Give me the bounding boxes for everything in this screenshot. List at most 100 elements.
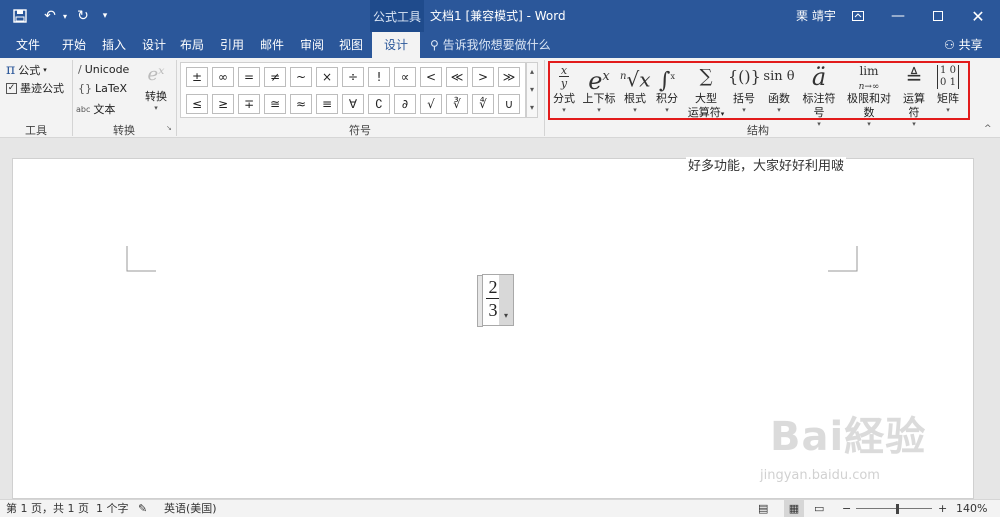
- title-bar: ↶ ▾ ↻ ▾ 公式工具 文档1 [兼容模式] - Word 栗 靖宇 — ✕: [0, 0, 1000, 32]
- redo-icon[interactable]: ↻: [72, 0, 94, 32]
- dialog-launcher-icon[interactable]: ↘: [166, 124, 172, 132]
- slash-icon: /: [78, 63, 82, 76]
- baidu-watermark: Bai経验: [770, 414, 927, 460]
- symbol-button[interactable]: ≅: [264, 94, 286, 114]
- symbol-button[interactable]: !: [368, 67, 390, 87]
- tab-review[interactable]: 审阅: [298, 32, 326, 58]
- symbol-button[interactable]: ∂: [394, 94, 416, 114]
- symbol-button[interactable]: ≫: [498, 67, 520, 87]
- zoom-slider[interactable]: [856, 508, 932, 509]
- user-name[interactable]: 栗 靖宇: [796, 0, 836, 32]
- symbol-button[interactable]: ∁: [368, 94, 390, 114]
- symbol-button[interactable]: >: [472, 67, 494, 87]
- symbol-button[interactable]: =: [238, 67, 260, 87]
- text-option[interactable]: abc 文本: [76, 101, 115, 117]
- tab-insert[interactable]: 插入: [100, 32, 128, 58]
- close-icon[interactable]: ✕: [964, 0, 992, 32]
- tools-group-label: 工具: [25, 124, 47, 137]
- symbol-button[interactable]: ∞: [212, 67, 234, 87]
- zoom-level[interactable]: 140%: [956, 500, 987, 517]
- tab-home[interactable]: 开始: [60, 32, 88, 58]
- web-layout-icon[interactable]: ▭: [814, 500, 824, 517]
- baidu-watermark-url: jingyan.baidu.com: [760, 468, 880, 483]
- text-label: 文本: [93, 103, 116, 116]
- tab-references[interactable]: 引用: [218, 32, 246, 58]
- convert-button[interactable]: eˣ 转换 ▾: [142, 60, 170, 116]
- tell-me-box[interactable]: ⚲ 告诉我你想要做什么: [430, 32, 551, 58]
- symbol-button[interactable]: ∜: [472, 94, 494, 114]
- zoom-slider-thumb[interactable]: [896, 504, 899, 514]
- customize-qat-icon[interactable]: ▾: [98, 0, 112, 32]
- pi-icon: π: [6, 62, 16, 78]
- symbol-button[interactable]: ∪: [498, 94, 520, 114]
- chevron-down-icon: ▾: [43, 66, 47, 74]
- proofing-icon[interactable]: ✎: [138, 500, 147, 517]
- maximize-icon[interactable]: [924, 0, 952, 32]
- group-divider: [544, 60, 545, 136]
- lightbulb-icon: ⚲: [430, 38, 439, 52]
- conversion-group-label: 转换: [113, 124, 135, 137]
- tell-me-text: 告诉我你想要做什么: [442, 38, 551, 52]
- symbols-group-label: 符号: [349, 124, 371, 137]
- read-mode-icon[interactable]: ▤: [758, 500, 768, 517]
- tab-file[interactable]: 文件: [14, 32, 42, 58]
- page-count[interactable]: 第 1 页，共 1 页: [6, 500, 89, 517]
- margin-corner-mark: [126, 246, 156, 272]
- tab-layout[interactable]: 布局: [178, 32, 206, 58]
- collapse-ribbon-icon[interactable]: ^: [984, 124, 992, 134]
- ribbon-display-options-icon[interactable]: [844, 0, 872, 32]
- symbol-button[interactable]: ~: [290, 67, 312, 87]
- symbol-button[interactable]: ≡: [316, 94, 338, 114]
- unicode-label: Unicode: [84, 63, 130, 76]
- structures-group-label: 结构: [747, 124, 769, 137]
- tab-equation-design[interactable]: 设计: [372, 32, 421, 58]
- symbol-button[interactable]: ∀: [342, 94, 364, 114]
- symbol-button[interactable]: ∓: [238, 94, 260, 114]
- symbol-button[interactable]: ∛: [446, 94, 468, 114]
- equation-tools-context-tab: 公式工具: [370, 0, 424, 32]
- highlight-box: [548, 61, 970, 120]
- latex-label: LaTeX: [95, 82, 128, 95]
- share-button[interactable]: ⚇ 共享: [944, 32, 983, 58]
- ink-equation-icon: ✓: [6, 82, 17, 94]
- status-bar: 第 1 页，共 1 页 1 个字 ✎ 英语(美国) ▤ ▦ ▭ − + 140%: [0, 499, 1000, 517]
- symbol-button[interactable]: ×: [316, 67, 338, 87]
- symbol-gallery-scroll[interactable]: ▴ ▾ ▾: [526, 62, 538, 118]
- equation-button[interactable]: π 公式 ▾: [6, 62, 47, 78]
- braces-icon: {}: [78, 82, 92, 95]
- symbol-button[interactable]: √: [420, 94, 442, 114]
- latex-option[interactable]: {} LaTeX: [78, 82, 127, 95]
- annotation-text: 好多功能，大家好好利用啵: [686, 157, 847, 175]
- symbol-button[interactable]: ≤: [186, 94, 208, 114]
- print-layout-icon[interactable]: ▦: [784, 500, 804, 517]
- symbol-button[interactable]: ∝: [394, 67, 416, 87]
- language[interactable]: 英语(美国): [164, 500, 217, 517]
- symbol-gallery: ± ∞ = ≠ ~ × ÷! ∝ < ≪ > ≫ ≤ ≥ ∓ ≅ ≈ ≡ ∀ ∁ ∂ √ ∛ ∜ ∪: [180, 62, 526, 118]
- tab-view[interactable]: 视图: [337, 32, 365, 58]
- ribbon-tabs: 文件 开始 插入 设计 布局 引用 邮件 审阅 视图 设计 ⚲ 告诉我你想要做什…: [0, 32, 1000, 58]
- zoom-out-icon[interactable]: −: [842, 500, 851, 517]
- ink-equation-button[interactable]: ✓ 墨迹公式: [6, 80, 64, 96]
- share-label: 共享: [958, 38, 983, 52]
- symbol-button[interactable]: ÷: [342, 67, 364, 87]
- tab-mailings[interactable]: 邮件: [258, 32, 286, 58]
- equation-drag-handle[interactable]: [477, 275, 483, 327]
- symbol-button[interactable]: ±: [186, 67, 208, 87]
- tab-design[interactable]: 设计: [140, 32, 168, 58]
- equation-options-dropdown[interactable]: ▾: [499, 275, 513, 325]
- symbol-button[interactable]: <: [420, 67, 442, 87]
- symbol-button[interactable]: ≪: [446, 67, 468, 87]
- equation-object[interactable]: 2 3 ▾: [477, 274, 514, 327]
- symbol-button[interactable]: ≈: [290, 94, 312, 114]
- undo-dropdown-icon[interactable]: ▾: [60, 0, 70, 32]
- word-count[interactable]: 1 个字: [96, 500, 129, 517]
- margin-corner-mark: [828, 246, 858, 272]
- convert-icon: eˣ: [147, 64, 165, 85]
- zoom-in-icon[interactable]: +: [938, 500, 947, 517]
- save-icon[interactable]: [8, 0, 32, 32]
- minimize-icon[interactable]: —: [884, 0, 912, 32]
- unicode-option[interactable]: / Unicode: [78, 63, 129, 76]
- undo-icon[interactable]: ↶: [38, 0, 62, 32]
- symbol-button[interactable]: ≥: [212, 94, 234, 114]
- symbol-button[interactable]: ≠: [264, 67, 286, 87]
